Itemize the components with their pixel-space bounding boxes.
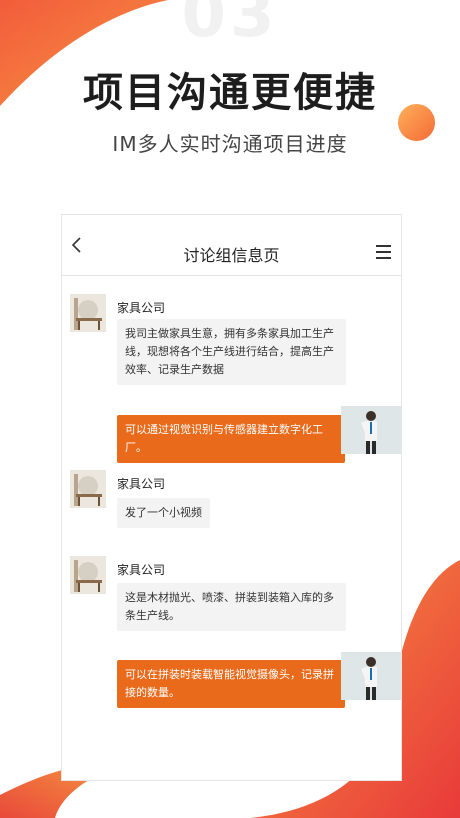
message-bubble[interactable]: 发了一个小视频 xyxy=(117,498,210,528)
page-title: 项目沟通更便捷 xyxy=(83,70,377,116)
nav-title: 讨论组信息页 xyxy=(183,246,280,265)
sender-name: 家具公司 xyxy=(117,301,166,315)
nav-bar: 讨论组信息页 xyxy=(62,215,401,276)
message-bubble-outgoing[interactable]: 可以在拼装时装载智能视觉摄像头，记录拼接的数量。 xyxy=(117,660,345,708)
message-bubble[interactable]: 我司主做家具生意，拥有多条家具加工生产线，现想将各个生产线进行结合，提高生产效率… xyxy=(117,319,346,385)
message-bubble-outgoing[interactable]: 可以通过视觉识别与传感器建立数字化工厂。 xyxy=(117,415,345,463)
section-number: 03 xyxy=(181,0,279,52)
page-subtitle: IM多人实时沟通项目进度 xyxy=(112,132,348,156)
sender-name: 家具公司 xyxy=(117,477,166,491)
decorative-circle xyxy=(398,104,435,141)
user-avatar[interactable] xyxy=(341,652,401,700)
company-avatar[interactable] xyxy=(70,294,106,332)
hamburger-menu-icon[interactable] xyxy=(376,245,391,259)
user-avatar[interactable] xyxy=(341,406,401,454)
sender-name: 家具公司 xyxy=(117,563,166,577)
phone-screen: 讨论组信息页 家具公司 我司主做家具生意，拥有多条家具加工生产线，现想将各个生产… xyxy=(61,214,402,781)
company-avatar[interactable] xyxy=(70,470,106,508)
message-bubble[interactable]: 这是木材抛光、喷漆、拼装到装箱入库的多条生产线。 xyxy=(117,583,346,631)
company-avatar[interactable] xyxy=(70,556,106,594)
